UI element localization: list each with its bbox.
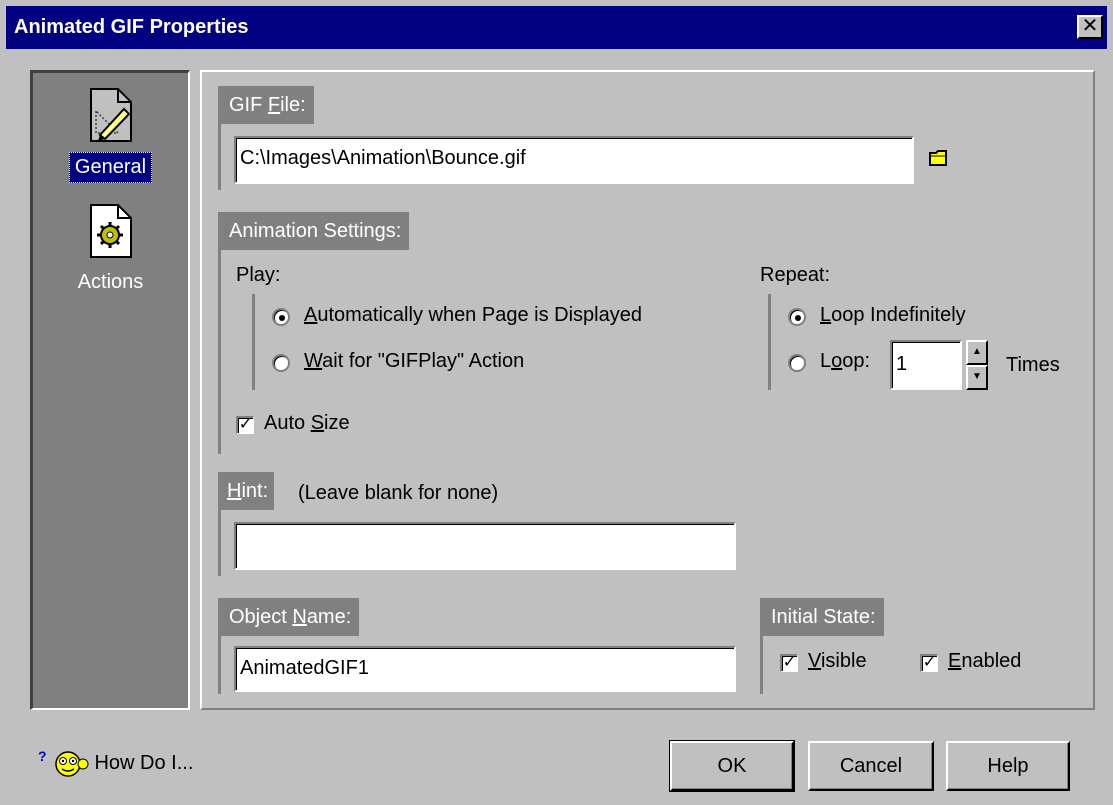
close-button[interactable]: ✕ [1077,15,1103,39]
dialog-title: Animated GIF Properties [14,16,249,38]
times-label: Times [1006,354,1060,376]
checkmark-icon: ✓ [922,654,937,671]
loop-count-input[interactable]: 1 [890,340,962,390]
loop-indefinitely-radio[interactable] [788,308,806,326]
play-group-line [252,294,255,390]
title-bar[interactable]: Animated GIF Properties ✕ [6,6,1107,49]
checkmark-icon: ✓ [782,654,797,671]
object-name-input[interactable]: AnimatedGIF1 [234,646,736,692]
category-actions-label: Actions [77,271,144,293]
play-label: Play: [236,264,281,286]
loop-indefinitely-label[interactable]: Loop Indefinitely [820,304,966,327]
loop-count-spinner[interactable]: ▲ ▼ [966,340,988,390]
pencil-document-icon [89,88,132,142]
hint-note: (Leave blank for none) [298,482,499,504]
object-name-label: Object Name: [221,598,360,636]
animation-settings-label: Animation Settings: [221,212,410,250]
help-face-icon: ? [38,748,89,777]
gif-file-label: GIF File: [221,86,314,124]
svg-text:?: ? [38,748,47,764]
how-do-i-label: How Do I... [94,751,194,774]
help-button[interactable]: Help [946,741,1070,791]
play-auto-label[interactable]: Automatically when Page is Displayed [304,304,642,327]
category-actions[interactable]: Actions [33,203,188,297]
visible-label[interactable]: Visible [808,650,867,673]
category-general[interactable]: General [33,87,188,183]
gif-file-input[interactable]: C:\Images\Animation\Bounce.gif [234,136,914,184]
how-do-i-link[interactable]: ? How Do I... [38,748,193,778]
category-sidebar: General Actions [30,70,190,710]
spinner-up-button[interactable]: ▲ [966,340,988,365]
loop-count-label[interactable]: Loop: [820,350,870,373]
dialog-window: Animated GIF Properties ✕ General Action… [0,0,1113,805]
initial-state-label: Initial State: [763,598,884,636]
loop-count-radio[interactable] [788,354,806,372]
category-general-label: General [68,152,153,183]
repeat-group-line [768,294,771,390]
properties-panel: GIF File: C:\Images\Animation\Bounce.gif… [200,70,1095,710]
ok-button[interactable]: OK [669,740,795,792]
checkmark-icon: ✓ [238,416,253,433]
auto-size-label[interactable]: Auto Size [264,412,350,435]
auto-size-checkbox[interactable]: ✓ [236,416,254,434]
folder-icon[interactable] [928,148,950,168]
visible-checkbox[interactable]: ✓ [780,654,798,672]
gear-document-icon [89,204,132,258]
hint-input[interactable] [234,522,736,570]
play-auto-radio[interactable] [272,308,290,326]
enabled-checkbox[interactable]: ✓ [920,654,938,672]
cancel-button[interactable]: Cancel [808,741,934,791]
close-icon: ✕ [1081,15,1099,37]
play-wait-radio[interactable] [272,354,290,372]
spinner-down-button[interactable]: ▼ [966,365,988,390]
enabled-label[interactable]: Enabled [948,650,1021,673]
play-wait-label[interactable]: Wait for "GIFPlay" Action [304,350,524,373]
hint-label: Hint: [221,472,275,510]
repeat-label: Repeat: [760,264,831,286]
